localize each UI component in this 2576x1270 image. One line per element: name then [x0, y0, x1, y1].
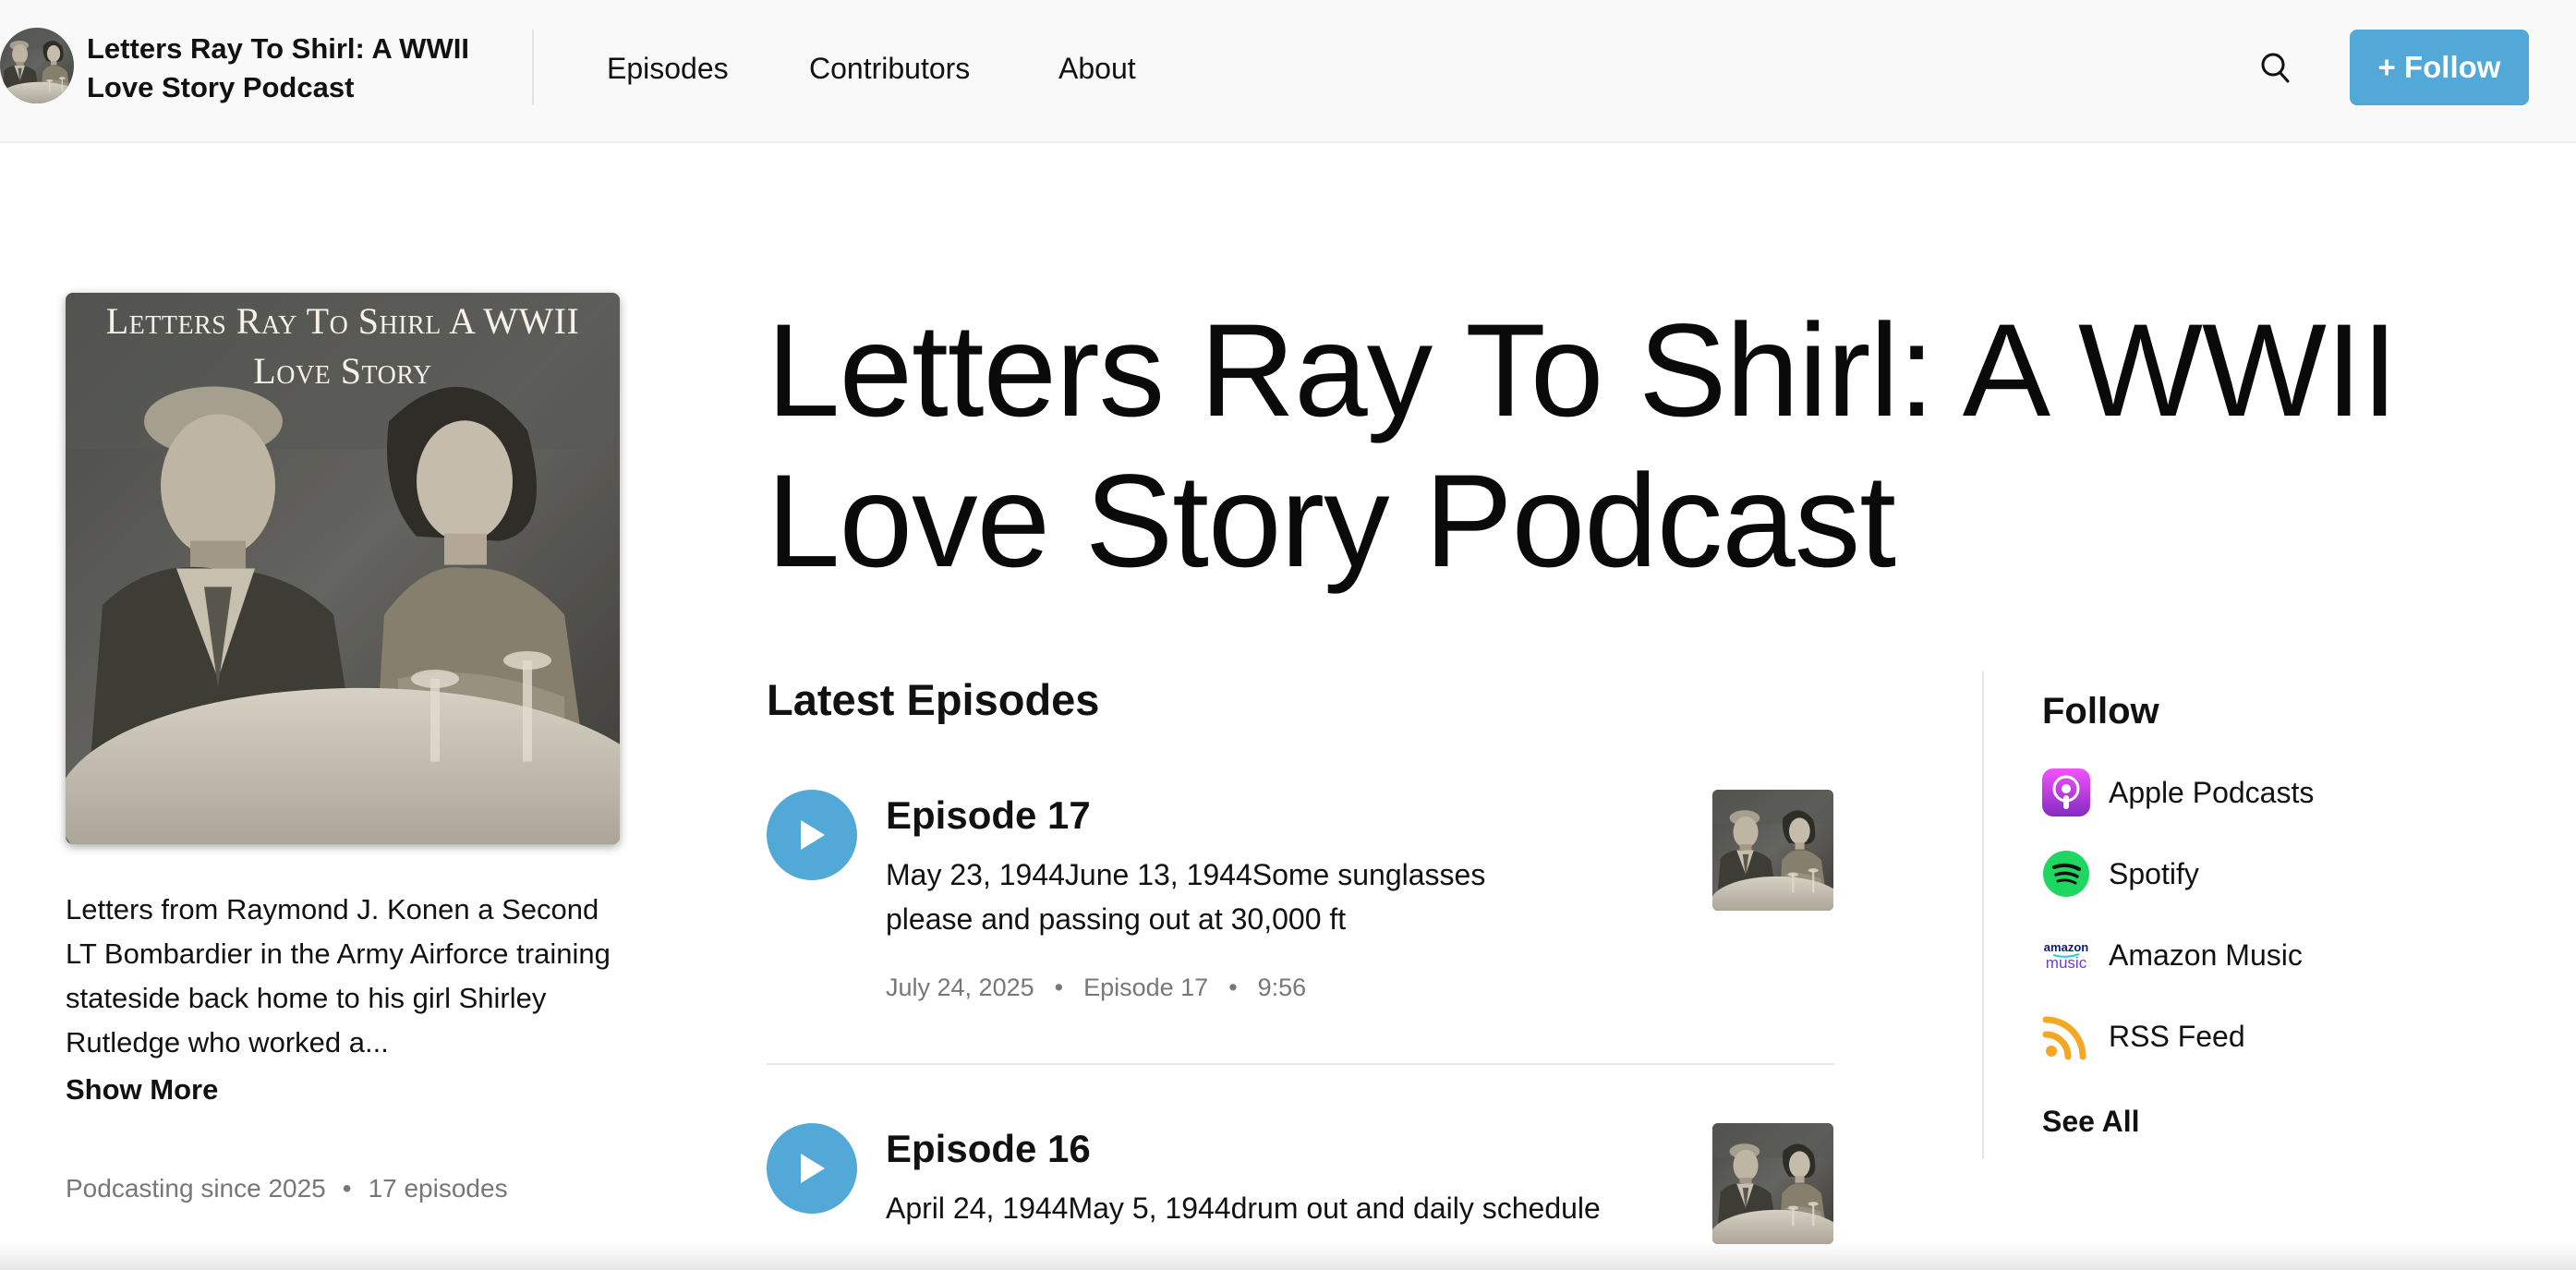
follow-apple-podcasts[interactable]: Apple Podcasts [2042, 768, 2314, 816]
podcast-cover-art: Letters Ray To Shirl A WWII Love Story [66, 293, 620, 844]
play-icon [801, 1154, 825, 1183]
play-button[interactable] [767, 1123, 857, 1214]
episode-title[interactable]: Episode 16 [886, 1125, 1091, 1173]
play-button[interactable] [767, 790, 857, 880]
nav-about[interactable]: About [1058, 50, 1136, 87]
meta-separator: • [342, 1174, 352, 1203]
episode-date: July 24, 2025 [886, 974, 1034, 1001]
sidebar-divider [1982, 671, 1984, 1159]
show-more-link[interactable]: Show More [66, 1068, 218, 1112]
cover-title-text: Letters Ray To Shirl A WWII Love Story [105, 300, 580, 392]
search-button[interactable] [2257, 48, 2294, 89]
meta-separator: • [1228, 974, 1238, 1001]
play-icon [801, 820, 825, 850]
episode-thumbnail[interactable] [1712, 790, 1833, 911]
platform-label: RSS Feed [2109, 1019, 2245, 1053]
page-title: Letters Ray To Shirl: A WWII Love Story … [767, 297, 2398, 595]
podcast-logo[interactable] [0, 28, 74, 103]
latest-episodes-heading: Latest Episodes [767, 675, 1100, 724]
episode-count: 17 episodes [368, 1174, 508, 1203]
follow-spotify[interactable]: Spotify [2042, 850, 2199, 898]
episode-number: Episode 17 [1083, 974, 1209, 1001]
search-icon [2261, 53, 2290, 83]
svg-text:amazon: amazon [2044, 940, 2088, 954]
follow-button[interactable]: + Follow [2350, 30, 2529, 105]
follow-amazon-music[interactable]: amazon music Amazon Music [2042, 931, 2303, 979]
rss-icon [2042, 1012, 2090, 1060]
platform-label: Amazon Music [2109, 937, 2303, 972]
podcasting-since: Podcasting since 2025 [66, 1174, 326, 1203]
episode-title[interactable]: Episode 17 [886, 792, 1091, 840]
episode-card: Episode 16 April 24, 1944May 5, 1944drum… [767, 1123, 1834, 1252]
spotify-icon [2042, 850, 2090, 898]
episode-divider [767, 1063, 1834, 1065]
episode-description: May 23, 1944June 13, 1944Some sunglasses… [886, 858, 1486, 936]
amazon-music-icon: amazon music [2042, 931, 2090, 979]
follow-heading: Follow [2042, 691, 2159, 732]
header-podcast-title[interactable]: Letters Ray To Shirl: A WWII Love Story … [87, 30, 475, 107]
platform-label: Spotify [2109, 856, 2199, 890]
platform-label: Apple Podcasts [2109, 775, 2315, 809]
episode-thumbnail[interactable] [1712, 1123, 1833, 1244]
header-divider [532, 30, 534, 105]
follow-rss-feed[interactable]: RSS Feed [2042, 1012, 2245, 1060]
episode-duration: 9:56 [1257, 974, 1307, 1001]
nav-contributors[interactable]: Contributors [809, 50, 970, 87]
podcast-description: Letters from Raymond J. Konen a Second L… [66, 893, 611, 1058]
apple-podcasts-icon [2042, 768, 2090, 816]
see-all-link[interactable]: See All [2042, 1103, 2140, 1140]
meta-separator: • [1054, 974, 1064, 1001]
episode-meta: July 24, 2025 • Episode 17 • 9:56 [886, 971, 1306, 1004]
nav-episodes[interactable]: Episodes [607, 50, 729, 87]
top-navigation-bar: Letters Ray To Shirl: A WWII Love Story … [0, 0, 2576, 143]
episode-description: April 24, 1944May 5, 1944drum out and da… [886, 1191, 1601, 1225]
episode-card: Episode 17 May 23, 1944June 13, 1944Some… [767, 790, 1834, 1030]
podcast-meta: Podcasting since 2025 • 17 episodes [66, 1170, 508, 1207]
